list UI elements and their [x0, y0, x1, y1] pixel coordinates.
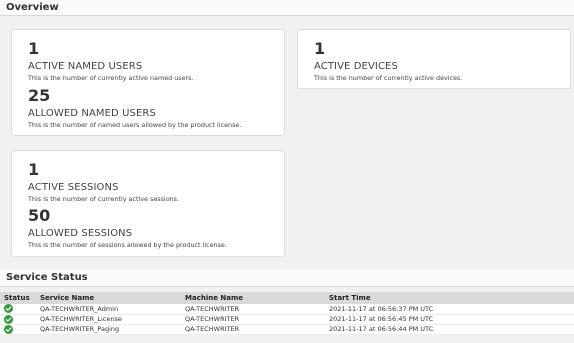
- named-users-card: 1 ACTIVE NAMED USERS This is the number …: [11, 29, 285, 136]
- column-header-service-name[interactable]: Service Name: [36, 292, 181, 304]
- allowed-named-users-label: ALLOWED NAMED USERS: [28, 108, 156, 119]
- machine-name-cell: QA-TECHWRITER: [181, 314, 325, 325]
- allowed-named-users-value: 25: [28, 86, 51, 105]
- allowed-sessions-description: This is the number of sessions allowed b…: [28, 241, 227, 249]
- machine-name-cell: QA-TECHWRITER: [181, 304, 325, 315]
- column-header-machine-name[interactable]: Machine Name: [181, 292, 325, 304]
- start-time-cell: 2021-11-17 at 06:56:45 PM UTC: [325, 314, 574, 325]
- sessions-card: 1 ACTIVE SESSIONS This is the number of …: [11, 150, 285, 257]
- check-circle-icon: [4, 314, 13, 324]
- active-named-users-description: This is the number of currently active n…: [28, 74, 194, 82]
- allowed-sessions-label: ALLOWED SESSIONS: [28, 228, 133, 239]
- active-devices-stat: 1 ACTIVE DEVICES This is the number of c…: [314, 39, 463, 83]
- table-row: QA-TECHWRITER_Paging QA-TECHWRITER 2021-…: [0, 324, 574, 335]
- allowed-sessions-stat: 50 ALLOWED SESSIONS This is the number o…: [28, 206, 227, 250]
- active-sessions-description: This is the number of currently active s…: [28, 195, 180, 203]
- overview-title: Overview: [6, 2, 59, 13]
- service-name-cell: QA-TECHWRITER_Paging: [36, 324, 181, 335]
- column-header-start-time[interactable]: Start Time: [325, 292, 574, 304]
- status-cell: [0, 314, 36, 325]
- table-row: QA-TECHWRITER_Admin QA-TECHWRITER 2021-1…: [0, 304, 574, 315]
- allowed-named-users-stat: 25 ALLOWED NAMED USERS This is the numbe…: [28, 86, 242, 130]
- status-cell: [0, 304, 36, 315]
- service-status-header: Service Status: [0, 270, 574, 287]
- status-cell: [0, 324, 36, 335]
- column-header-status[interactable]: Status: [0, 292, 36, 304]
- service-name-cell: QA-TECHWRITER_License: [36, 314, 181, 325]
- active-devices-description: This is the number of currently active d…: [314, 74, 463, 82]
- overview-header: Overview: [0, 0, 574, 16]
- check-circle-icon: [4, 304, 13, 314]
- allowed-named-users-description: This is the number of named users allowe…: [28, 121, 242, 129]
- active-sessions-stat: 1 ACTIVE SESSIONS This is the number of …: [28, 160, 180, 204]
- table-row: QA-TECHWRITER_License QA-TECHWRITER 2021…: [0, 314, 574, 325]
- active-sessions-label: ACTIVE SESSIONS: [28, 182, 119, 193]
- machine-name-cell: QA-TECHWRITER: [181, 324, 325, 335]
- active-named-users-value: 1: [28, 39, 40, 58]
- start-time-cell: 2021-11-17 at 06:56:44 PM UTC: [325, 324, 574, 335]
- active-sessions-value: 1: [28, 160, 40, 179]
- service-name-cell: QA-TECHWRITER_Admin: [36, 304, 181, 315]
- service-status-table: Status Service Name Machine Name Start T…: [0, 292, 574, 335]
- check-circle-icon: [4, 324, 13, 334]
- devices-card: 1 ACTIVE DEVICES This is the number of c…: [297, 29, 571, 89]
- allowed-sessions-value: 50: [28, 206, 51, 225]
- table-header-row: Status Service Name Machine Name Start T…: [0, 292, 574, 304]
- active-named-users-stat: 1 ACTIVE NAMED USERS This is the number …: [28, 39, 194, 83]
- active-devices-value: 1: [314, 39, 326, 58]
- active-named-users-label: ACTIVE NAMED USERS: [28, 61, 143, 72]
- service-status-title: Service Status: [6, 272, 88, 283]
- active-devices-label: ACTIVE DEVICES: [314, 61, 398, 72]
- start-time-cell: 2021-11-17 at 06:56:37 PM UTC: [325, 304, 574, 315]
